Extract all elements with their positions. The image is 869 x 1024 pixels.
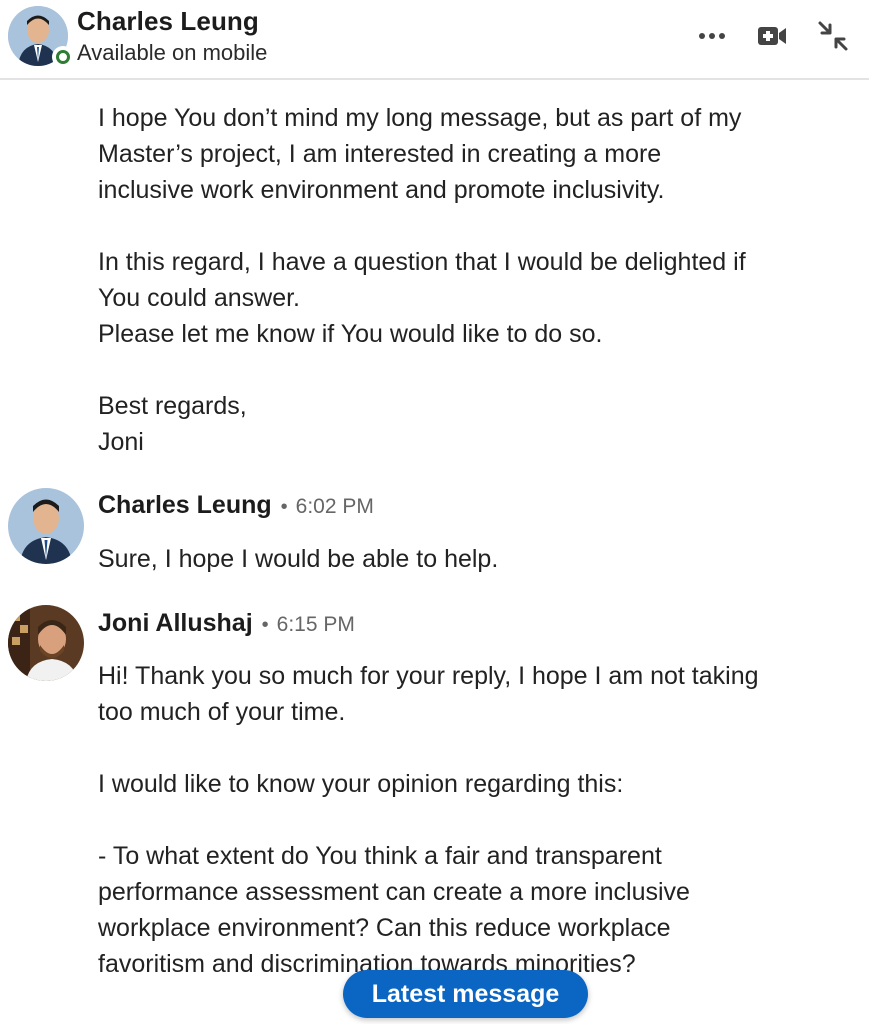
more-options-icon[interactable] — [694, 18, 730, 54]
header-availability-status: Available on mobile — [77, 40, 268, 65]
message-body-2: Hi! Thank you so much for your reply, I … — [98, 662, 759, 978]
collapse-icon[interactable] — [815, 18, 851, 54]
message-header-1: Charles Leung • 6:02 PM — [98, 491, 374, 520]
latest-message-button[interactable]: Latest message — [343, 970, 588, 1018]
header-avatar[interactable] — [8, 6, 74, 68]
sender-name[interactable]: Charles Leung — [98, 491, 272, 520]
message-timestamp: 6:02 PM — [295, 495, 374, 518]
header-contact-name[interactable]: Charles Leung — [77, 6, 259, 37]
sender-name[interactable]: Joni Allushaj — [98, 609, 253, 638]
online-status-indicator — [52, 46, 74, 68]
sender-avatar-charles[interactable] — [8, 488, 84, 564]
chat-header: Charles Leung Available on mobile — [0, 0, 869, 80]
video-call-icon[interactable] — [754, 18, 790, 54]
message-header-2: Joni Allushaj • 6:15 PM — [98, 609, 355, 638]
separator-dot: • — [280, 496, 288, 518]
previous-message-body: I hope You don’t mind my long message, b… — [98, 104, 746, 456]
message-body-1: Sure, I hope I would be able to help. — [98, 545, 499, 573]
message-timestamp: 6:15 PM — [276, 613, 355, 636]
sender-avatar-joni[interactable] — [8, 605, 84, 681]
separator-dot: • — [261, 614, 269, 636]
